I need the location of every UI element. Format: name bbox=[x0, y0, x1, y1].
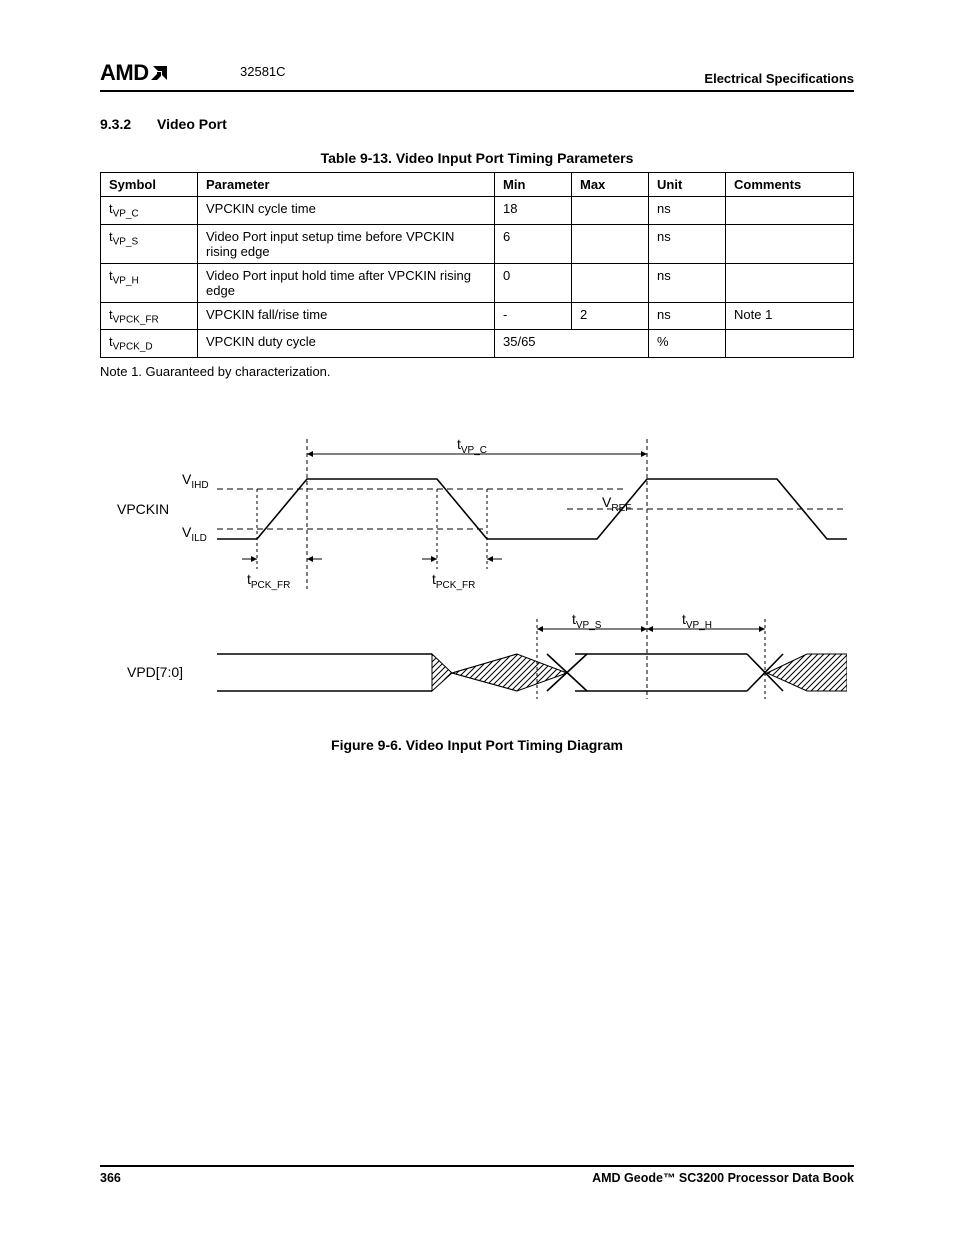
cell-min: - bbox=[495, 302, 572, 330]
svg-text:tVP_H: tVP_H bbox=[682, 611, 712, 631]
svg-text:VPCKIN: VPCKIN bbox=[117, 501, 169, 517]
table-header-row: Symbol Parameter Min Max Unit Comments bbox=[101, 173, 854, 197]
cell-parameter: VPCKIN cycle time bbox=[198, 197, 495, 225]
spec-title: Electrical Specifications bbox=[704, 71, 854, 86]
cell-max bbox=[572, 224, 649, 263]
page-footer: 366 AMD Geode™ SC3200 Processor Data Boo… bbox=[100, 1165, 854, 1185]
cell-parameter: VPCKIN duty cycle bbox=[198, 330, 495, 358]
cell-symbol: tVP_S bbox=[101, 224, 198, 263]
table-row: tVPCK_DVPCKIN duty cycle35/65% bbox=[101, 330, 854, 358]
table-row: tVP_SVideo Port input setup time before … bbox=[101, 224, 854, 263]
cell-unit: ns bbox=[649, 302, 726, 330]
page-number: 366 bbox=[100, 1171, 121, 1185]
logo-text: AMD bbox=[100, 60, 149, 86]
th-unit: Unit bbox=[649, 173, 726, 197]
cell-unit: ns bbox=[649, 263, 726, 302]
cell-comments bbox=[726, 330, 854, 358]
svg-text:VILD: VILD bbox=[182, 524, 207, 544]
cell-unit: % bbox=[649, 330, 726, 358]
svg-text:tPCK_FR: tPCK_FR bbox=[247, 571, 290, 591]
th-comments: Comments bbox=[726, 173, 854, 197]
cell-max: 2 bbox=[572, 302, 649, 330]
cell-parameter: VPCKIN fall/rise time bbox=[198, 302, 495, 330]
table-note: Note 1. Guaranteed by characterization. bbox=[100, 364, 854, 379]
cell-symbol: tVPCK_FR bbox=[101, 302, 198, 330]
section-number: 9.3.2 bbox=[100, 116, 131, 132]
cell-min-max-merged: 35/65 bbox=[495, 330, 649, 358]
svg-text:tVP_C: tVP_C bbox=[457, 436, 487, 456]
th-parameter: Parameter bbox=[198, 173, 495, 197]
logo-arrow-icon bbox=[151, 64, 171, 82]
timing-diagram-svg: tVP_C tPCK_FR tPCK_FR VPCKIN VIHD VILD V… bbox=[107, 429, 847, 719]
table-row: tVPCK_FRVPCKIN fall/rise time-2nsNote 1 bbox=[101, 302, 854, 330]
th-max: Max bbox=[572, 173, 649, 197]
cell-min: 6 bbox=[495, 224, 572, 263]
cell-parameter: Video Port input hold time after VPCKIN … bbox=[198, 263, 495, 302]
th-min: Min bbox=[495, 173, 572, 197]
cell-unit: ns bbox=[649, 197, 726, 225]
svg-text:VPD[7:0]: VPD[7:0] bbox=[127, 664, 183, 680]
book-title: AMD Geode™ SC3200 Processor Data Book bbox=[592, 1171, 854, 1185]
cell-symbol: tVPCK_D bbox=[101, 330, 198, 358]
cell-unit: ns bbox=[649, 224, 726, 263]
th-symbol: Symbol bbox=[101, 173, 198, 197]
page-header: AMD 32581C Electrical Specifications bbox=[100, 60, 854, 92]
cell-max bbox=[572, 197, 649, 225]
table-caption: Table 9-13. Video Input Port Timing Para… bbox=[100, 150, 854, 166]
svg-text:tPCK_FR: tPCK_FR bbox=[432, 571, 475, 591]
timing-parameters-table: Symbol Parameter Min Max Unit Comments t… bbox=[100, 172, 854, 358]
section-title: Video Port bbox=[157, 116, 227, 132]
svg-text:VIHD: VIHD bbox=[182, 471, 209, 491]
cell-symbol: tVP_C bbox=[101, 197, 198, 225]
section-heading: 9.3.2 Video Port bbox=[100, 116, 854, 132]
figure-caption: Figure 9-6. Video Input Port Timing Diag… bbox=[100, 737, 854, 753]
cell-comments: Note 1 bbox=[726, 302, 854, 330]
timing-diagram-figure: tVP_C tPCK_FR tPCK_FR VPCKIN VIHD VILD V… bbox=[100, 429, 854, 753]
svg-text:VREF: VREF bbox=[602, 494, 631, 514]
doc-id: 32581C bbox=[240, 64, 286, 79]
table-row: tVP_HVideo Port input hold time after VP… bbox=[101, 263, 854, 302]
cell-parameter: Video Port input setup time before VPCKI… bbox=[198, 224, 495, 263]
cell-comments bbox=[726, 224, 854, 263]
svg-text:tVP_S: tVP_S bbox=[572, 611, 602, 631]
cell-min: 18 bbox=[495, 197, 572, 225]
cell-max bbox=[572, 263, 649, 302]
cell-comments bbox=[726, 263, 854, 302]
cell-min: 0 bbox=[495, 263, 572, 302]
cell-comments bbox=[726, 197, 854, 225]
cell-symbol: tVP_H bbox=[101, 263, 198, 302]
table-row: tVP_CVPCKIN cycle time18 ns bbox=[101, 197, 854, 225]
logo: AMD bbox=[100, 60, 171, 86]
